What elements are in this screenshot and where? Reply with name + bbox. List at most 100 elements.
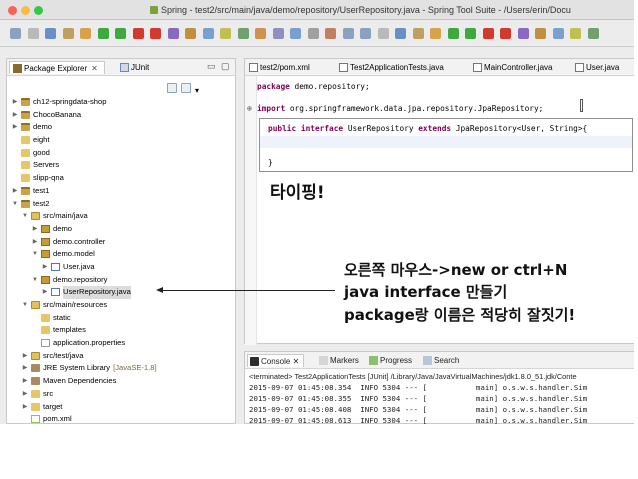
run-icon[interactable] — [115, 28, 126, 39]
collapsed-arrow-icon[interactable]: ▶ — [11, 96, 19, 109]
expanded-arrow-icon[interactable]: ▼ — [31, 274, 39, 287]
task-icon[interactable] — [255, 28, 266, 39]
collapsed-arrow-icon[interactable]: ▶ — [41, 286, 49, 299]
tree-item[interactable]: static — [7, 312, 235, 325]
tree-item[interactable]: ▶ test1 — [7, 185, 235, 198]
tree-item[interactable]: ▶ demo — [7, 223, 235, 236]
stop-icon[interactable] — [482, 28, 494, 39]
close-icon[interactable]: ✕ — [91, 64, 98, 73]
minimize-view-button[interactable]: ▭ — [207, 61, 216, 72]
view-menu-icon[interactable]: ▾ — [195, 86, 201, 96]
annotation-icon[interactable] — [570, 28, 581, 39]
tree-item[interactable]: ▶ JRE System Library [JavaSE-1.8] — [7, 362, 235, 375]
tab-package-explorer[interactable]: Package Explorer ✕ — [9, 61, 105, 74]
build-icon[interactable] — [500, 28, 511, 39]
collapsed-arrow-icon[interactable]: ▶ — [21, 375, 29, 388]
editor-tab[interactable]: MainController.java — [471, 61, 552, 74]
tree-item[interactable]: ▼ test2 — [7, 198, 235, 211]
build-icon[interactable] — [150, 28, 161, 39]
new-icon[interactable] — [360, 28, 371, 39]
new-icon[interactable] — [10, 28, 21, 39]
perspective-icon[interactable] — [290, 28, 301, 39]
stop-icon[interactable] — [132, 28, 144, 39]
tree-item[interactable]: ▼ demo.model — [7, 248, 235, 261]
settings-icon[interactable] — [80, 28, 91, 39]
tree-item[interactable]: ▼ src/main/java — [7, 210, 235, 223]
expanded-arrow-icon[interactable]: ▼ — [21, 210, 29, 223]
forward-icon[interactable] — [325, 28, 336, 39]
tab-junit[interactable]: JUnit — [117, 61, 149, 74]
toolbar-icon[interactable] — [412, 28, 424, 39]
debug-icon[interactable] — [447, 28, 459, 39]
link-with-editor-icon[interactable] — [181, 83, 191, 93]
settings-icon[interactable] — [430, 28, 441, 39]
git-icon[interactable] — [237, 28, 249, 39]
minimize-window-button[interactable] — [21, 6, 30, 15]
tree-item[interactable]: ▶ src — [7, 388, 235, 401]
tree-item[interactable]: application.properties — [7, 337, 235, 350]
collapsed-arrow-icon[interactable]: ▶ — [21, 350, 29, 363]
new-class-icon[interactable] — [517, 28, 529, 39]
debug-icon[interactable] — [97, 28, 109, 39]
save-icon[interactable] — [377, 28, 389, 39]
editor-tab[interactable]: User.java — [573, 61, 619, 74]
menu-icon[interactable] — [342, 28, 354, 39]
tab-progress[interactable]: Progress — [367, 354, 412, 367]
tree-item[interactable]: ▶ src/test/java — [7, 350, 235, 363]
open-type-icon[interactable] — [535, 28, 546, 39]
tab-console[interactable]: Console ✕ — [247, 354, 305, 367]
zoom-window-button[interactable] — [34, 6, 43, 15]
close-icon[interactable]: ✕ — [293, 357, 300, 366]
tree-item[interactable]: ▶ Maven Dependencies — [7, 375, 235, 388]
collapsed-arrow-icon[interactable]: ▶ — [21, 362, 29, 375]
tree-item[interactable]: slipp-qna — [7, 172, 235, 185]
collapsed-arrow-icon[interactable]: ▶ — [41, 261, 49, 274]
back-icon[interactable] — [307, 28, 319, 39]
expanded-arrow-icon[interactable]: ▼ — [11, 198, 19, 211]
collapsed-arrow-icon[interactable]: ▶ — [11, 109, 19, 122]
tree-item[interactable]: ▼ demo.repository — [7, 274, 235, 287]
maximize-view-button[interactable]: ▢ — [221, 61, 230, 72]
tree-item[interactable]: eight — [7, 134, 235, 147]
toolbar-icon[interactable] — [62, 28, 74, 39]
tab-markers[interactable]: Markers — [317, 354, 359, 367]
tree-item[interactable]: ▶ ch12-springdata-shop — [7, 96, 235, 109]
print-icon[interactable] — [395, 28, 406, 39]
save-icon[interactable] — [27, 28, 39, 39]
collapsed-arrow-icon[interactable]: ▶ — [11, 121, 19, 134]
navigation-icon[interactable] — [272, 28, 284, 39]
expanded-arrow-icon[interactable]: ▼ — [21, 299, 29, 312]
collapse-all-icon[interactable] — [167, 83, 177, 93]
tab-search[interactable]: Search — [421, 354, 459, 367]
tree-item[interactable]: ▶ ChocoBanana — [7, 109, 235, 122]
expanded-arrow-icon[interactable]: ▼ — [31, 248, 39, 261]
tree-item[interactable]: ▶ demo.controller — [7, 236, 235, 249]
tree-item[interactable]: ▶ UserRepository.java — [7, 286, 235, 300]
collapsed-arrow-icon[interactable]: ▶ — [31, 236, 39, 249]
tree-item[interactable]: good — [7, 147, 235, 160]
tree-item[interactable]: pom.xml — [7, 413, 235, 424]
git-icon[interactable] — [587, 28, 599, 39]
collapsed-arrow-icon[interactable]: ▶ — [11, 185, 19, 198]
collapsed-arrow-icon[interactable]: ▶ — [21, 388, 29, 401]
search-icon[interactable] — [202, 28, 214, 39]
tree-item[interactable]: ▶ target — [7, 401, 235, 414]
editor-tab[interactable]: test2/pom.xml — [247, 61, 310, 74]
tree-item[interactable]: ▶ User.java — [7, 261, 235, 274]
close-window-button[interactable] — [8, 6, 17, 15]
search-icon[interactable] — [552, 28, 564, 39]
fold-expand-icon[interactable]: ⊕ — [247, 103, 252, 115]
tree-item[interactable]: templates — [7, 324, 235, 337]
code-area[interactable]: package demo.repository; ⊕ import org.spr… — [247, 79, 543, 115]
tree-item[interactable]: ▶ demo — [7, 121, 235, 134]
editor-tab[interactable]: Test2ApplicationTests.java — [337, 61, 444, 74]
collapsed-arrow-icon[interactable]: ▶ — [31, 223, 39, 236]
tree-item[interactable]: Servers — [7, 159, 235, 172]
run-icon[interactable] — [465, 28, 476, 39]
new-class-icon[interactable] — [167, 28, 179, 39]
collapsed-arrow-icon[interactable]: ▶ — [21, 401, 29, 414]
tree-item[interactable]: ▼ src/main/resources — [7, 299, 235, 312]
annotation-icon[interactable] — [220, 28, 231, 39]
code-area-interface[interactable]: public interface UserRepository extends … — [268, 123, 587, 167]
open-type-icon[interactable] — [185, 28, 196, 39]
